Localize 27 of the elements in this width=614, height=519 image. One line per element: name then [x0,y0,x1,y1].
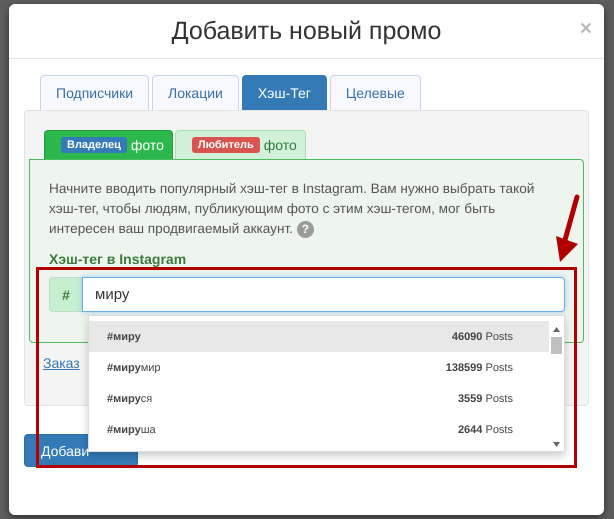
hashtag-text: #миру [107,330,141,342]
hashtag-text: #мирумир [107,362,161,374]
hashtag-input[interactable]: миру [82,277,565,312]
help-icon[interactable]: ? [296,220,314,238]
post-count: 3559 Posts [458,392,513,404]
order-link[interactable]: Заказ [43,355,80,371]
post-count: 138599 Posts [446,362,513,374]
tab[interactable]: Подписчики [40,75,150,110]
tab[interactable]: Целевые [330,75,421,110]
description-text: Начните вводить популярный хэш-тег в Instagram. Вам нужно выбрать такой хэш-тег, чтобы людям, публикующим фото с этим хэш-тегом, мог быть интересен ваш продвигаемый аккаунт. ? [49,180,536,239]
tab-label: фото [130,137,164,153]
dialog-title: Добавить новый промо [172,16,442,46]
role-badge: Любитель [192,137,260,153]
tab-label: фото [264,137,297,153]
suggestion-item[interactable]: #миру 46090 Posts [89,321,549,352]
tab[interactable]: Хэш-Тег [242,75,327,110]
field-label: Хэш-тег в Instagram [49,251,186,267]
hashtag-text: #мируся [107,392,152,404]
role-badge: Владелец [61,137,127,153]
tab[interactable]: Локации [152,75,239,110]
post-count: 2644 Posts [458,424,513,436]
hash-addon: # [49,277,82,312]
photo-tab[interactable]: Владелец фото [44,130,173,159]
arrow-icon [556,194,580,264]
post-count: 46090 Posts [452,330,513,342]
photo-tab[interactable]: Любитель фото [174,130,306,159]
hashtag-text: #мируша [107,424,156,436]
